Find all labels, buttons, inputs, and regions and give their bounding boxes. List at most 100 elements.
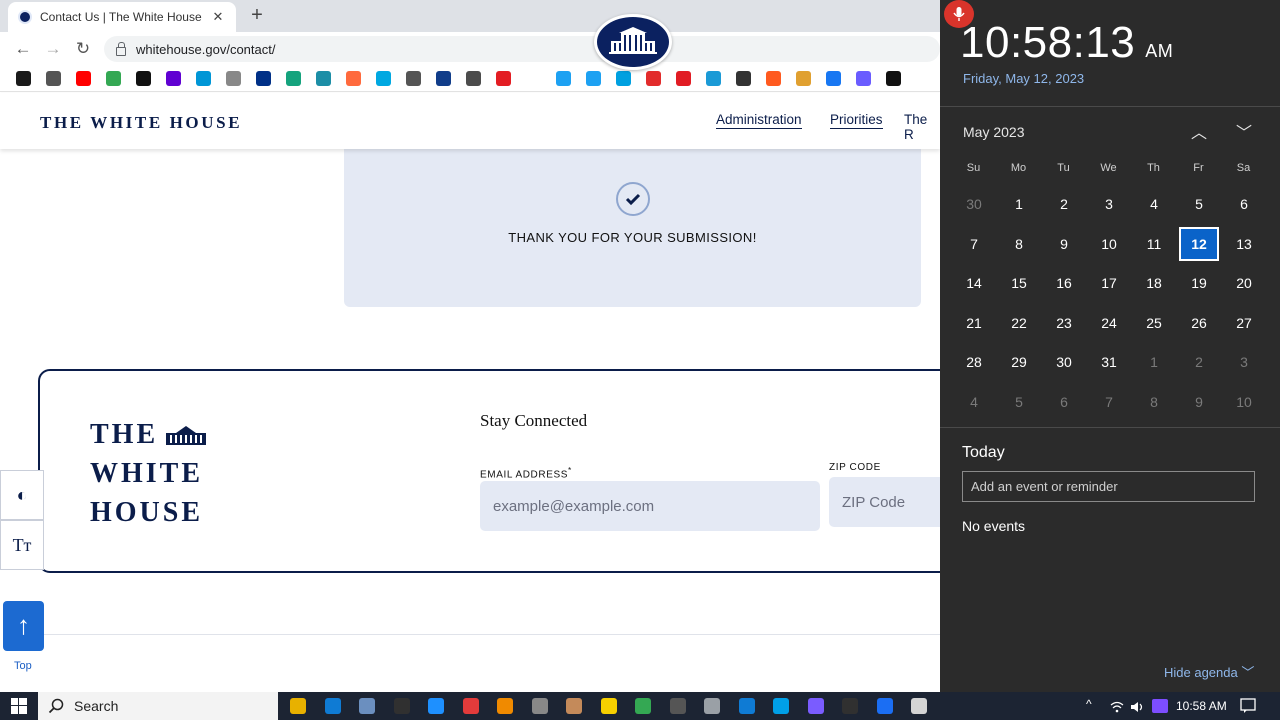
calendar-day[interactable]: 9 [1179, 385, 1219, 419]
pinned-app-icon[interactable] [669, 698, 686, 714]
calendar-day[interactable]: 8 [999, 227, 1039, 261]
calendar-day[interactable]: 1 [999, 187, 1039, 221]
calendar-day[interactable]: 13 [1224, 227, 1264, 261]
bookmark-icon[interactable] [136, 71, 151, 86]
calendar-day[interactable]: 20 [1224, 266, 1264, 300]
calendar-day[interactable]: 19 [1179, 266, 1219, 300]
pinned-app-icon[interactable] [876, 698, 893, 714]
month-title[interactable]: May 2023 [963, 124, 1024, 140]
white-house-seal-icon[interactable] [594, 14, 672, 70]
bookmark-icon[interactable] [256, 71, 271, 86]
app-tray-icon[interactable] [1152, 699, 1168, 713]
bookmark-icon[interactable] [406, 71, 421, 86]
bookmark-icon[interactable] [766, 71, 781, 86]
calendar-day[interactable]: 30 [954, 187, 994, 221]
calendar-day[interactable]: 31 [1089, 345, 1129, 379]
calendar-day[interactable]: 29 [999, 345, 1039, 379]
calendar-day[interactable]: 5 [999, 385, 1039, 419]
full-date-link[interactable]: Friday, May 12, 2023 [963, 71, 1084, 86]
top-label[interactable]: Top [14, 660, 32, 672]
show-hidden-icons-chevron-up-icon[interactable]: ^ [1086, 697, 1092, 711]
calendar-day[interactable]: 10 [1089, 227, 1129, 261]
bookmark-icon[interactable] [166, 71, 181, 86]
pinned-app-icon[interactable] [324, 698, 341, 714]
calendar-day[interactable]: 6 [1044, 385, 1084, 419]
hide-agenda-link[interactable]: Hide agenda ﹀ [1164, 662, 1254, 681]
calendar-day[interactable]: 22 [999, 306, 1039, 340]
bookmark-icon[interactable] [856, 71, 871, 86]
calendar-day[interactable]: 6 [1224, 187, 1264, 221]
calendar-day[interactable]: 24 [1089, 306, 1129, 340]
bookmark-icon[interactable] [586, 71, 601, 86]
bookmark-icon[interactable] [676, 71, 691, 86]
calendar-day[interactable]: 23 [1044, 306, 1084, 340]
pinned-app-icon[interactable] [531, 698, 548, 714]
bookmark-icon[interactable] [46, 71, 61, 86]
bookmark-icon[interactable] [496, 71, 511, 86]
calendar-day[interactable]: 3 [1089, 187, 1129, 221]
bookmark-icon[interactable] [466, 71, 481, 86]
pinned-app-icon[interactable] [600, 698, 617, 714]
bookmark-icon[interactable] [286, 71, 301, 86]
calendar-day[interactable]: 14 [954, 266, 994, 300]
bookmark-icon[interactable] [886, 71, 901, 86]
pinned-app-icon[interactable] [842, 698, 858, 714]
site-logo[interactable]: THE WHITE HOUSE [40, 113, 242, 133]
text-size-button[interactable]: Tт [0, 520, 44, 570]
calendar-day[interactable]: 5 [1179, 187, 1219, 221]
calendar-day[interactable]: 1 [1134, 345, 1174, 379]
calendar-day[interactable]: 25 [1134, 306, 1174, 340]
nav-the-record[interactable]: The R [904, 112, 940, 143]
calendar-day[interactable]: 7 [954, 227, 994, 261]
new-tab-button[interactable]: + [246, 5, 268, 27]
bookmark-icon[interactable] [706, 71, 721, 86]
calendar-day[interactable]: 12 [1179, 226, 1219, 261]
calendar-day[interactable]: 26 [1179, 306, 1219, 340]
calendar-day[interactable]: 4 [954, 385, 994, 419]
calendar-day[interactable]: 11 [1134, 227, 1174, 261]
calendar-day[interactable]: 27 [1224, 306, 1264, 340]
pinned-app-icon[interactable] [635, 698, 651, 714]
bookmark-icon[interactable] [106, 71, 121, 86]
notifications-icon[interactable] [1240, 698, 1256, 719]
calendar-day[interactable]: 18 [1134, 266, 1174, 300]
pinned-app-icon[interactable] [807, 698, 824, 714]
pinned-app-icon[interactable] [462, 698, 479, 714]
bookmark-icon[interactable] [376, 71, 391, 86]
bookmark-icon[interactable] [646, 71, 661, 86]
wifi-icon[interactable] [1110, 700, 1124, 718]
bookmark-icon[interactable] [796, 71, 811, 86]
calendar-day[interactable]: 16 [1044, 266, 1084, 300]
bookmark-icon[interactable] [616, 71, 631, 86]
calendar-day[interactable]: 3 [1224, 345, 1264, 379]
calendar-day[interactable]: 28 [954, 345, 994, 379]
calendar-day[interactable]: 9 [1044, 227, 1084, 261]
calendar-day[interactable]: 2 [1044, 187, 1084, 221]
bookmark-icon[interactable] [736, 71, 751, 86]
calendar-day[interactable]: 30 [1044, 345, 1084, 379]
bookmark-icon[interactable] [316, 71, 331, 86]
pinned-app-icon[interactable] [738, 698, 755, 714]
pinned-app-icon[interactable] [911, 698, 927, 714]
calendar-day[interactable]: 21 [954, 306, 994, 340]
forward-button[interactable]: → [42, 38, 64, 60]
next-month-chevron-down-icon[interactable]: ﹀ [1232, 119, 1256, 143]
bookmark-icon[interactable] [526, 71, 541, 86]
bookmark-icon[interactable] [436, 71, 451, 86]
taskbar-search[interactable]: Search [38, 692, 278, 720]
calendar-day[interactable]: 10 [1224, 385, 1264, 419]
pinned-app-icon[interactable] [773, 698, 789, 714]
pinned-app-icon[interactable] [428, 698, 444, 714]
bookmark-icon[interactable] [16, 71, 31, 86]
tab-contact-us[interactable]: Contact Us | The White House ✕ [8, 2, 236, 32]
calendar-day[interactable]: 17 [1089, 266, 1129, 300]
bookmark-icon[interactable] [346, 71, 361, 86]
reload-button[interactable]: ↻ [72, 38, 94, 60]
address-bar[interactable]: whitehouse.gov/contact/ [104, 36, 940, 62]
contrast-toggle-button[interactable]: ◐ [0, 470, 44, 520]
pinned-app-icon[interactable] [704, 698, 720, 714]
add-event-input[interactable] [962, 471, 1255, 502]
bookmark-icon[interactable] [556, 71, 571, 86]
nav-administration[interactable]: Administration [716, 112, 802, 129]
back-to-top-button[interactable]: ↑ [3, 601, 44, 651]
